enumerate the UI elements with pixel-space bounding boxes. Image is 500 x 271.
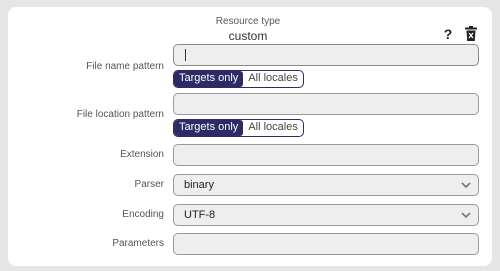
targets-only-option[interactable]: Targets only xyxy=(174,71,244,87)
file-location-pattern-label: File location pattern xyxy=(76,109,164,120)
parser-label: Parser xyxy=(134,179,164,190)
all-locales-option[interactable]: All locales xyxy=(243,71,303,87)
chevron-down-icon xyxy=(461,182,471,189)
encoding-label: Encoding xyxy=(122,209,164,220)
resource-type-panel: Resource type custom ? File name pattern… xyxy=(8,7,492,266)
question-icon[interactable]: ? xyxy=(442,26,454,42)
panel-header: Resource type custom ? xyxy=(8,15,492,47)
parser-value: binary xyxy=(184,179,214,191)
resource-type-value: custom xyxy=(228,29,268,43)
extension-input[interactable] xyxy=(173,144,479,166)
text-caret xyxy=(185,49,186,61)
file-name-pattern-input[interactable] xyxy=(173,44,479,66)
all-locales-option[interactable]: All locales xyxy=(243,120,303,136)
encoding-select[interactable]: UTF-8 xyxy=(173,204,479,226)
resource-type-label: Resource type xyxy=(215,16,281,27)
parameters-input[interactable] xyxy=(173,233,479,255)
encoding-value: UTF-8 xyxy=(184,209,216,221)
extension-label: Extension xyxy=(120,149,164,160)
file-name-pattern-label: File name pattern xyxy=(86,61,164,72)
targets-only-option[interactable]: Targets only xyxy=(174,120,244,136)
parser-select[interactable]: binary xyxy=(173,174,479,196)
file-location-pattern-input[interactable] xyxy=(173,93,479,115)
parameters-label: Parameters xyxy=(112,238,164,249)
file-location-locale-toggle[interactable]: Targets only All locales xyxy=(173,119,304,137)
chevron-down-icon xyxy=(461,212,471,219)
file-name-locale-toggle[interactable]: Targets only All locales xyxy=(173,70,304,88)
trash-icon[interactable] xyxy=(465,26,477,41)
